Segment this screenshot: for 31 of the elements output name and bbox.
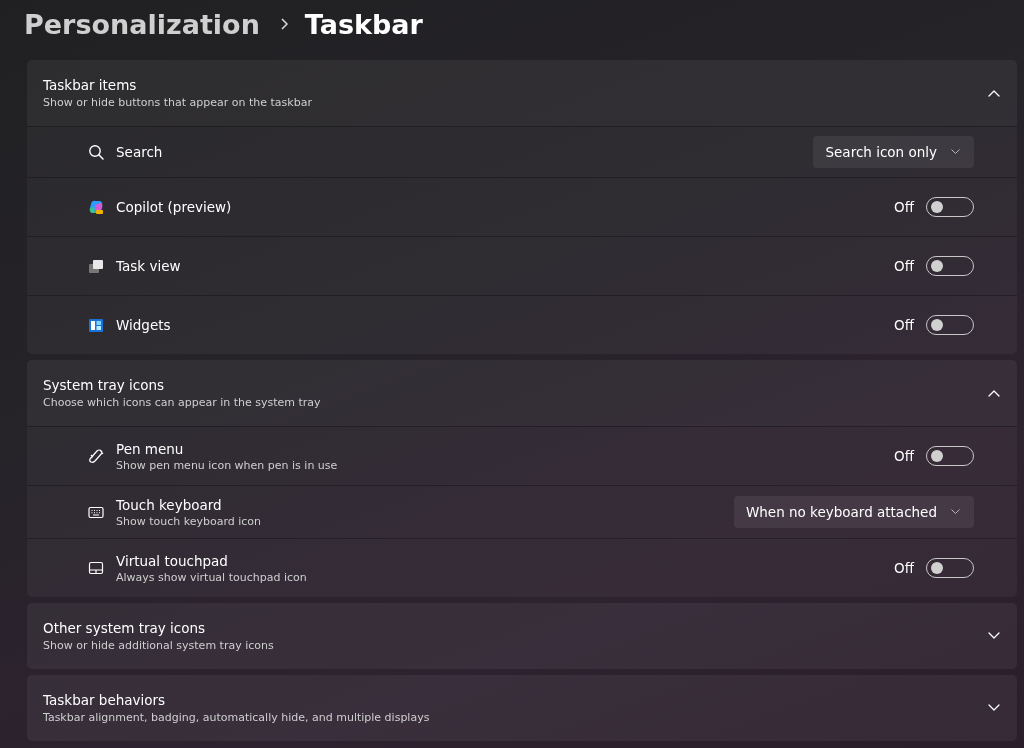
- toggle-state-label: Off: [894, 560, 914, 576]
- toggle-state-label: Off: [894, 199, 914, 215]
- section-header[interactable]: System tray icons Choose which icons can appear in the system tray: [27, 360, 1017, 426]
- toggle-state-label: Off: [894, 448, 914, 464]
- setting-label: Virtual touchpad: [116, 552, 229, 569]
- toggle-state-label: Off: [894, 317, 914, 333]
- breadcrumb-parent[interactable]: Personalization: [24, 8, 260, 40]
- section-title: Taskbar items: [43, 77, 138, 93]
- section-subtitle: Taskbar alignment, badging, automatically hide, and multiple displays: [43, 711, 431, 724]
- section-subtitle: Show or hide additional system tray icons: [43, 639, 275, 652]
- toggle-state-label: Off: [894, 258, 914, 274]
- dropdown-button[interactable]: When no keyboard attached: [733, 496, 974, 528]
- setting-label: Task view: [116, 258, 182, 274]
- setting-label: Pen menu: [116, 440, 185, 457]
- setting-label: Search: [116, 144, 164, 160]
- section-title: System tray icons: [43, 377, 166, 393]
- page-title: Taskbar: [304, 8, 423, 40]
- setting-description: Show touch keyboard icon: [116, 514, 263, 528]
- section-header[interactable]: Taskbar behaviors Taskbar alignment, badging, automatically hide, and multiple displays: [27, 675, 1017, 741]
- section-subtitle: Show or hide buttons that appear on the taskbar: [43, 96, 313, 109]
- setting-description: Show pen menu icon when pen is in use: [116, 458, 339, 472]
- section-title: Other system tray icons: [43, 620, 207, 636]
- section-title: Taskbar behaviors: [43, 692, 167, 708]
- setting-label: Widgets: [116, 317, 172, 333]
- dropdown-button[interactable]: Search icon only: [813, 136, 974, 168]
- setting-label: Touch keyboard: [116, 496, 223, 513]
- section-header[interactable]: Taskbar items Show or hide buttons that appear on the taskbar: [27, 60, 1017, 126]
- setting-description: Always show virtual touchpad icon: [116, 570, 308, 584]
- section-header[interactable]: Other system tray icons Show or hide additional system tray icons: [27, 603, 1017, 669]
- setting-label: Copilot (preview): [116, 199, 233, 215]
- section-subtitle: Choose which icons can appear in the system tray: [43, 396, 322, 409]
